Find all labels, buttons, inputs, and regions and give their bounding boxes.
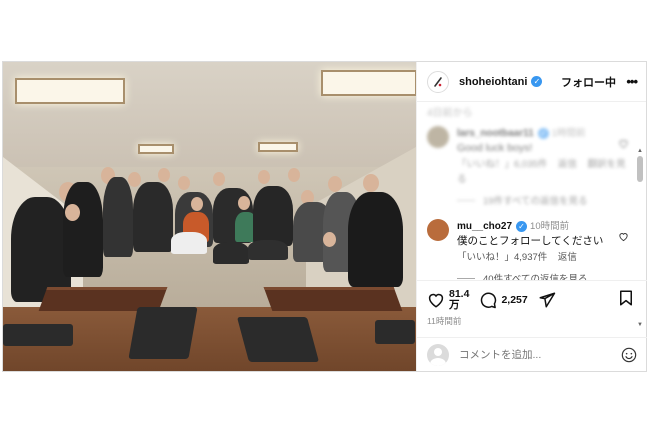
verified-badge-icon: ✓ <box>516 221 528 232</box>
comment-icon[interactable] <box>479 291 497 309</box>
older-comments-time: 4日前から <box>427 108 473 119</box>
view-replies[interactable]: 40件すべての返信を見る <box>457 271 631 280</box>
scroll-thumb[interactable] <box>637 156 643 182</box>
commenter-avatar[interactable] <box>427 126 449 148</box>
current-user-avatar <box>427 343 449 366</box>
like-count-unit: 万 <box>449 299 460 311</box>
following-button[interactable]: フォロー中 <box>561 74 616 90</box>
view-replies-label: 19件すべての返信を見る <box>483 196 588 207</box>
reply-button[interactable]: 返信 <box>558 159 577 170</box>
post-actions: 81.4 万 2,257 11時間前 <box>417 280 647 340</box>
ceiling-lamp <box>321 70 416 96</box>
comments-list[interactable]: 4日前から lars_nootbaar11 ✓ 1時間前 Good luck boy… <box>417 102 639 280</box>
share-action[interactable] <box>538 291 556 309</box>
comment-like-icon[interactable] <box>618 231 629 242</box>
post-header: shoheiohtani ✓ フォロー中 ••• <box>417 62 646 102</box>
like-action[interactable]: 81.4 万 <box>427 289 469 311</box>
comment-item: mu__cho27 ✓ 10時間前 僕のことフォローしてください 「いいね！」4,9… <box>427 219 631 265</box>
comment-text: 僕のことフォローしてください <box>457 235 604 247</box>
more-options-icon[interactable]: ••• <box>626 74 638 89</box>
comment-likes[interactable]: 「いいね！」6,035件 <box>457 159 547 170</box>
verified-badge-icon: ✓ <box>537 128 549 139</box>
emoji-icon[interactable] <box>621 347 637 363</box>
bench <box>375 320 415 344</box>
bench <box>128 307 198 359</box>
add-comment-bar <box>417 337 647 371</box>
share-icon[interactable] <box>538 291 556 309</box>
ceiling-lamp <box>15 78 125 104</box>
author-username[interactable]: shoheiohtani <box>459 76 527 88</box>
bookmark-icon[interactable] <box>617 289 635 307</box>
view-replies[interactable]: 19件すべての返信を見る <box>457 193 631 207</box>
dining-table-right <box>263 287 403 311</box>
comment-username[interactable]: lars_nootbaar11 <box>457 128 534 139</box>
commenter-avatar[interactable] <box>427 219 449 241</box>
instagram-post: shoheiohtani ✓ フォロー中 ••• 4日前から lars_noot… <box>2 61 647 372</box>
comment-input[interactable] <box>459 348 621 361</box>
view-replies-label: 40件すべての返信を見る <box>483 274 588 280</box>
comment-count[interactable]: 2,257 <box>501 294 527 306</box>
comment-time: 10時間前 <box>530 221 570 232</box>
post-timestamp[interactable]: 11時間前 <box>417 315 647 327</box>
author-avatar[interactable] <box>427 70 449 93</box>
post-photo[interactable] <box>3 62 416 371</box>
heart-icon[interactable] <box>427 291 445 309</box>
ceiling-lamp <box>258 142 298 152</box>
logo-icon <box>434 76 442 87</box>
ceiling-lamp <box>138 144 174 154</box>
comment-item: lars_nootbaar11 ✓ 1時間前 Good luck boys! 「いい… <box>427 126 631 187</box>
bench <box>3 324 73 346</box>
bench <box>236 317 320 362</box>
verified-badge-icon: ✓ <box>531 76 543 87</box>
scroll-up-icon[interactable]: ▲ <box>637 148 643 154</box>
comment-likes[interactable]: 「いいね！」4,937件 <box>457 252 547 263</box>
comment-like-icon[interactable] <box>618 138 629 149</box>
comment-time: 1時間前 <box>551 128 586 139</box>
post-side-panel: shoheiohtani ✓ フォロー中 ••• 4日前から lars_noot… <box>416 62 647 371</box>
comment-action[interactable]: 2,257 <box>479 291 528 309</box>
reply-button[interactable]: 返信 <box>558 252 577 263</box>
comment-username[interactable]: mu__cho27 <box>457 221 512 232</box>
comment-text: Good luck boys! <box>457 142 533 154</box>
